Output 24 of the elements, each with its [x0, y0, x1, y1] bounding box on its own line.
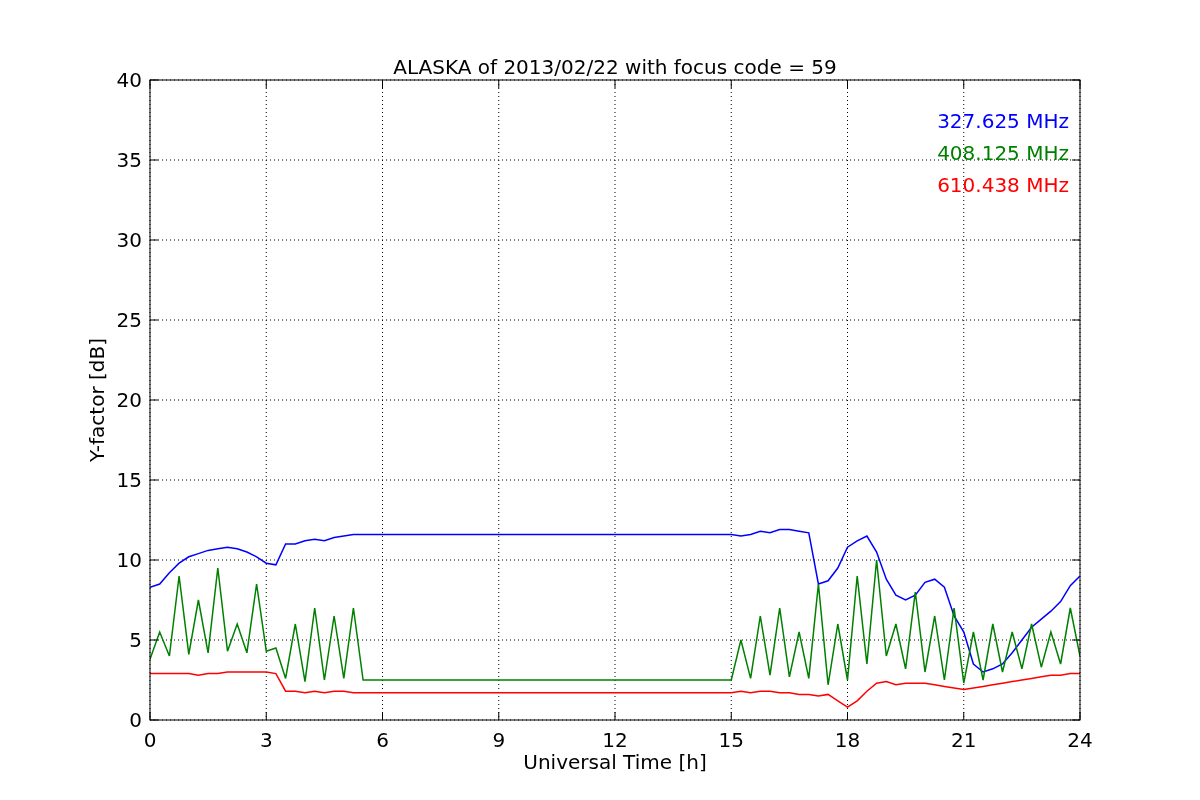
y-tick-label: 25	[116, 308, 142, 332]
x-tick-label: 12	[602, 728, 628, 752]
y-tick-label: 30	[116, 228, 142, 252]
x-tick-label: 3	[259, 728, 273, 752]
x-tick-label: 15	[718, 728, 744, 752]
x-tick-label: 9	[492, 728, 506, 752]
x-axis-title: Universal Time [h]	[523, 750, 707, 774]
y-tick-label: 5	[129, 628, 142, 652]
y-tick-label: 0	[129, 708, 142, 732]
x-tick-label: 18	[834, 728, 861, 752]
y-tick-label: 40	[116, 68, 142, 92]
x-tick-label: 0	[143, 728, 157, 752]
legend-label: 610.438 MHz	[937, 173, 1069, 197]
y-tick-label: 20	[116, 388, 142, 412]
legend-label: 408.125 MHz	[937, 141, 1069, 165]
y-tick-label: 15	[116, 468, 142, 492]
x-tick-label: 24	[1067, 728, 1093, 752]
y-tick-label: 35	[116, 148, 142, 172]
legend-label: 327.625 MHz	[937, 109, 1069, 133]
x-tick-label: 21	[951, 728, 977, 752]
x-tick-label: 6	[376, 728, 389, 752]
y-tick-label: 10	[116, 548, 142, 572]
y-axis-title: Y-factor [dB]	[85, 338, 109, 462]
chart-title: ALASKA of 2013/02/22 with focus code = 59	[393, 55, 837, 79]
